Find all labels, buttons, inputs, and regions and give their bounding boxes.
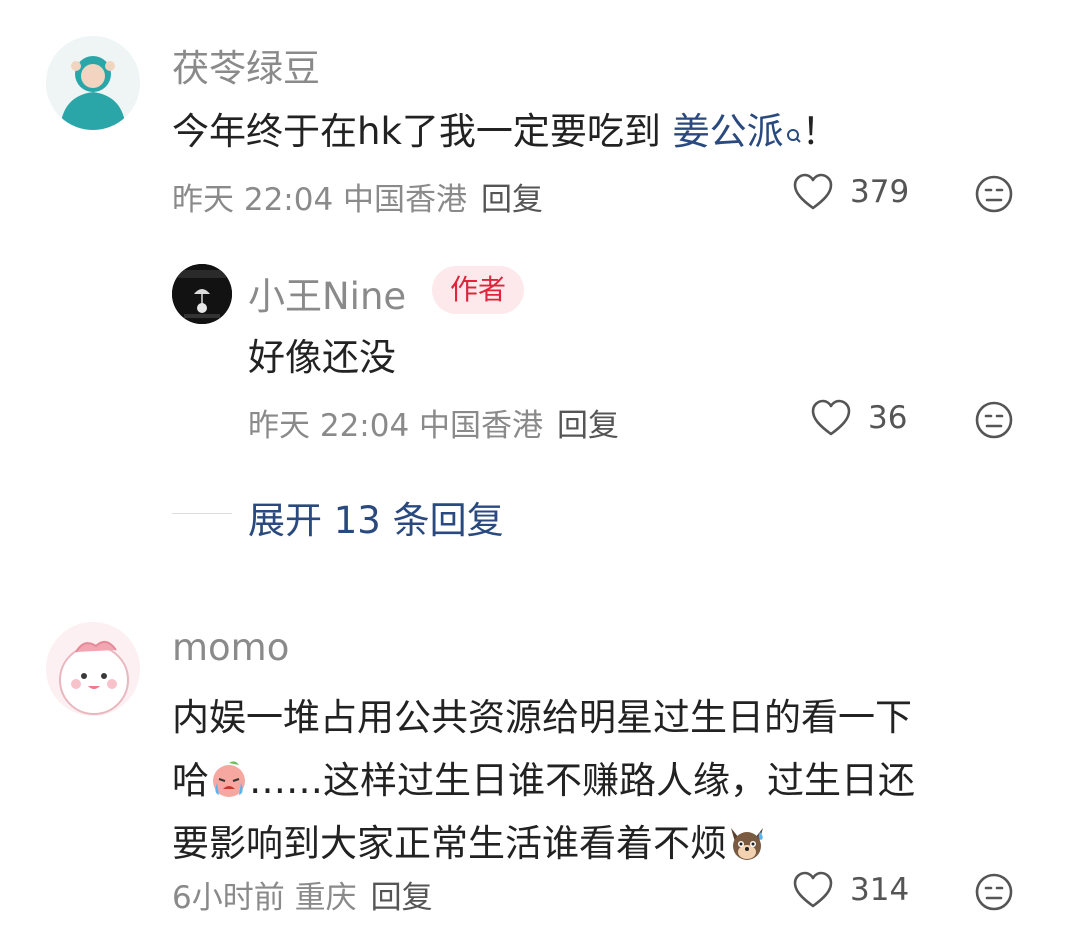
like-button[interactable]: 379	[792, 172, 909, 212]
comment-time-location: 昨天 22:04 中国香港	[172, 182, 468, 218]
heart-outline-icon	[793, 871, 833, 908]
comment-text-before: 今年终于在hk了我一定要吃到	[172, 110, 673, 153]
avatar[interactable]	[46, 36, 140, 130]
reply-button[interactable]: 回复	[481, 182, 543, 218]
comment-meta: 6小时前 重庆 回复	[172, 872, 433, 917]
comment-line: 要影响到大家正常生活谁看着不烦	[172, 812, 915, 875]
comment-line: 内娱一堆占用公共资源给明星过生日的看一下	[172, 696, 912, 739]
reply-time-location: 昨天 22:04 中国香港	[248, 408, 544, 444]
comment-text: 今年终于在hk了我一定要吃到 姜公派 ！	[172, 100, 839, 163]
avatar[interactable]	[46, 622, 140, 716]
comment-text-after: ！	[801, 110, 839, 153]
comment-text-part: 哈	[172, 759, 209, 802]
comment-meta: 昨天 22:04 中国香港 回复	[172, 174, 543, 219]
search-link[interactable]: 姜公派	[673, 110, 784, 153]
reply-like-button[interactable]: 36	[810, 398, 907, 438]
reply-dislike-button[interactable]	[974, 400, 1014, 444]
comment-time-location: 6小时前 重庆	[172, 880, 357, 916]
expand-divider	[172, 513, 232, 514]
reply-avatar[interactable]	[172, 264, 232, 324]
reply-author[interactable]: 小王Nine	[248, 266, 406, 320]
comment-text-part: ……这样过生日谁不赚路人缘，过生日还	[249, 759, 915, 802]
heart-outline-icon	[811, 399, 851, 436]
comment-author[interactable]: momo	[172, 626, 289, 669]
author-badge: 作者	[432, 266, 525, 314]
heart-outline-icon	[793, 173, 833, 210]
like-count: 314	[850, 872, 910, 908]
search-icon[interactable]	[786, 104, 802, 143]
dislike-button[interactable]	[974, 174, 1014, 218]
neutral-face-icon	[975, 175, 1013, 213]
comment-author[interactable]: 茯苓绿豆	[172, 38, 320, 92]
reply-text: 好像还没	[248, 336, 396, 379]
reply-like-count: 36	[868, 400, 908, 436]
neutral-face-icon	[975, 401, 1013, 439]
comment-text-part: 要影响到大家正常生活谁看着不烦	[172, 822, 727, 865]
reply-button[interactable]: 回复	[371, 880, 433, 916]
sweating-dog-emoji	[731, 828, 763, 860]
expand-replies-button[interactable]: 展开 13 条回复	[248, 490, 504, 544]
comment-item: momo 内娱一堆占用公共资源给明星过生日的看一下 哈 ……这样过生日谁不赚路人缘…	[0, 600, 1080, 950]
reply-meta: 昨天 22:04 中国香港 回复	[248, 400, 619, 445]
neutral-face-icon	[975, 873, 1013, 911]
dislike-button[interactable]	[974, 872, 1014, 916]
comment-text: 内娱一堆占用公共资源给明星过生日的看一下 哈 ……这样过生日谁不赚路人缘，过生日还…	[172, 686, 915, 875]
crying-peach-emoji	[213, 761, 245, 797]
comment-line: 哈 ……这样过生日谁不赚路人缘，过生日还	[172, 749, 915, 812]
like-button[interactable]: 314	[792, 870, 909, 910]
reply-reply-button[interactable]: 回复	[557, 408, 619, 444]
comment-item: 茯苓绿豆 今年终于在hk了我一定要吃到 姜公派！ 昨天 22:04 中国香港 回复…	[0, 0, 1080, 542]
like-count: 379	[850, 174, 910, 210]
